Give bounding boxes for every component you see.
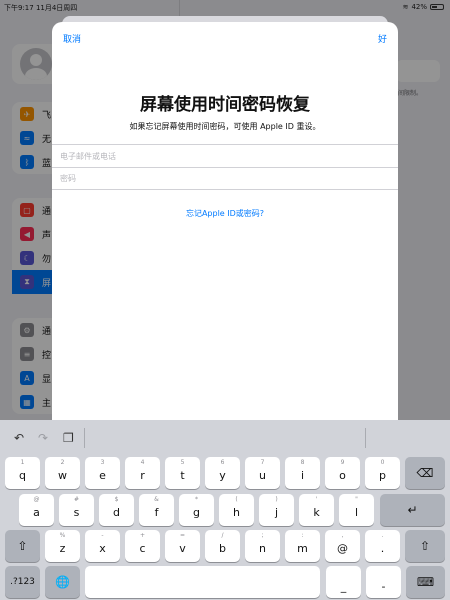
key-d[interactable]: $ d (99, 494, 134, 526)
status-right: ≋ 42% (403, 3, 444, 11)
key-c[interactable]: + c (125, 530, 160, 562)
key-j[interactable]: ) j (259, 494, 294, 526)
forgot-apple-id-link[interactable]: 忘记Apple ID或密码? (52, 208, 398, 219)
passcode-recovery-modal: 取消 好 屏幕使用时间密码恢复 如果忘记屏幕使用时间密码，可使用 Apple I… (52, 22, 398, 422)
key-k[interactable]: ' k (299, 494, 334, 526)
key-e[interactable]: 3e (85, 457, 120, 489)
key-underscore[interactable]: _ (326, 566, 361, 598)
wifi-status-icon: ≋ (402, 3, 409, 11)
return-key[interactable]: ↵ (380, 494, 445, 526)
key-w[interactable]: 2w (45, 457, 80, 489)
numbers-key[interactable]: .?123 (5, 566, 40, 598)
key-v[interactable]: = v (165, 530, 200, 562)
key-f[interactable]: & f (139, 494, 174, 526)
key-x[interactable]: -x (85, 530, 120, 562)
shift-right-key[interactable]: ⇧ (405, 530, 445, 562)
key-y[interactable]: 6y (205, 457, 240, 489)
key-g[interactable]: * g (179, 494, 214, 526)
shift-left-key[interactable]: ⇧ (5, 530, 40, 562)
password-field[interactable]: 密码 (52, 167, 398, 190)
key-q[interactable]: 1q (5, 457, 40, 489)
backspace-icon: ⌫ (416, 466, 434, 480)
modal-subtitle: 如果忘记屏幕使用时间密码，可使用 Apple ID 重设。 (129, 122, 321, 131)
cancel-button[interactable]: 取消 (63, 32, 81, 45)
keyboard-toolbar: ↶ ↷ ❐ (0, 420, 450, 456)
key-l[interactable]: " l (339, 494, 374, 526)
key-n[interactable]: ; n (245, 530, 280, 562)
key-s[interactable]: # s (59, 494, 94, 526)
key-dash[interactable]: - (366, 566, 401, 598)
key-m[interactable]: :m (285, 530, 320, 562)
battery-icon (430, 4, 444, 10)
key-at[interactable]: , @ (325, 530, 360, 562)
key-i[interactable]: 8i (285, 457, 320, 489)
keyboard-dismiss-icon: ⌨ (416, 575, 435, 589)
battery-percent: 42% (411, 3, 427, 11)
keyboard: ↶ ↷ ❐ 1q 2w 3e 4r 5t 6y 7u 8i 9o 0p ⌫ @ a… (0, 420, 450, 600)
toolbar-divider (365, 428, 366, 448)
paste-icon[interactable]: ❐ (63, 431, 74, 445)
modal-title: 屏幕使用时间密码恢复 (140, 95, 310, 115)
toolbar-divider (84, 428, 85, 448)
key-o[interactable]: 9o (325, 457, 360, 489)
key-u[interactable]: 7u (245, 457, 280, 489)
key-z[interactable]: % z (45, 530, 80, 562)
undo-icon[interactable]: ↶ (14, 431, 24, 445)
space-key[interactable] (85, 566, 320, 598)
key-h[interactable]: (h (219, 494, 254, 526)
redo-icon[interactable]: ↷ (38, 431, 48, 445)
key-p[interactable]: 0p (365, 457, 400, 489)
shift-icon: ⇧ (419, 539, 431, 553)
status-bar: 下午9:17 11月4日周四 ≋ 42% (0, 0, 450, 14)
key-a[interactable]: @ a (19, 494, 54, 526)
return-icon: ↵ (407, 503, 418, 517)
key-b[interactable]: / b (205, 530, 240, 562)
key-period[interactable]: .. (365, 530, 400, 562)
globe-key[interactable]: 🌐 (45, 566, 80, 598)
email-field[interactable]: 电子邮件或电话 (52, 144, 398, 167)
globe-icon: 🌐 (55, 575, 70, 589)
shift-icon: ⇧ (17, 539, 28, 553)
dismiss-keyboard-key[interactable]: ⌨ (406, 566, 445, 598)
delete-key[interactable]: ⌫ (405, 457, 445, 489)
key-t[interactable]: 5t (165, 457, 200, 489)
key-r[interactable]: 4r (125, 457, 160, 489)
status-time: 下午9:17 11月4日周四 (4, 4, 78, 12)
done-button[interactable]: 好 (378, 32, 387, 45)
